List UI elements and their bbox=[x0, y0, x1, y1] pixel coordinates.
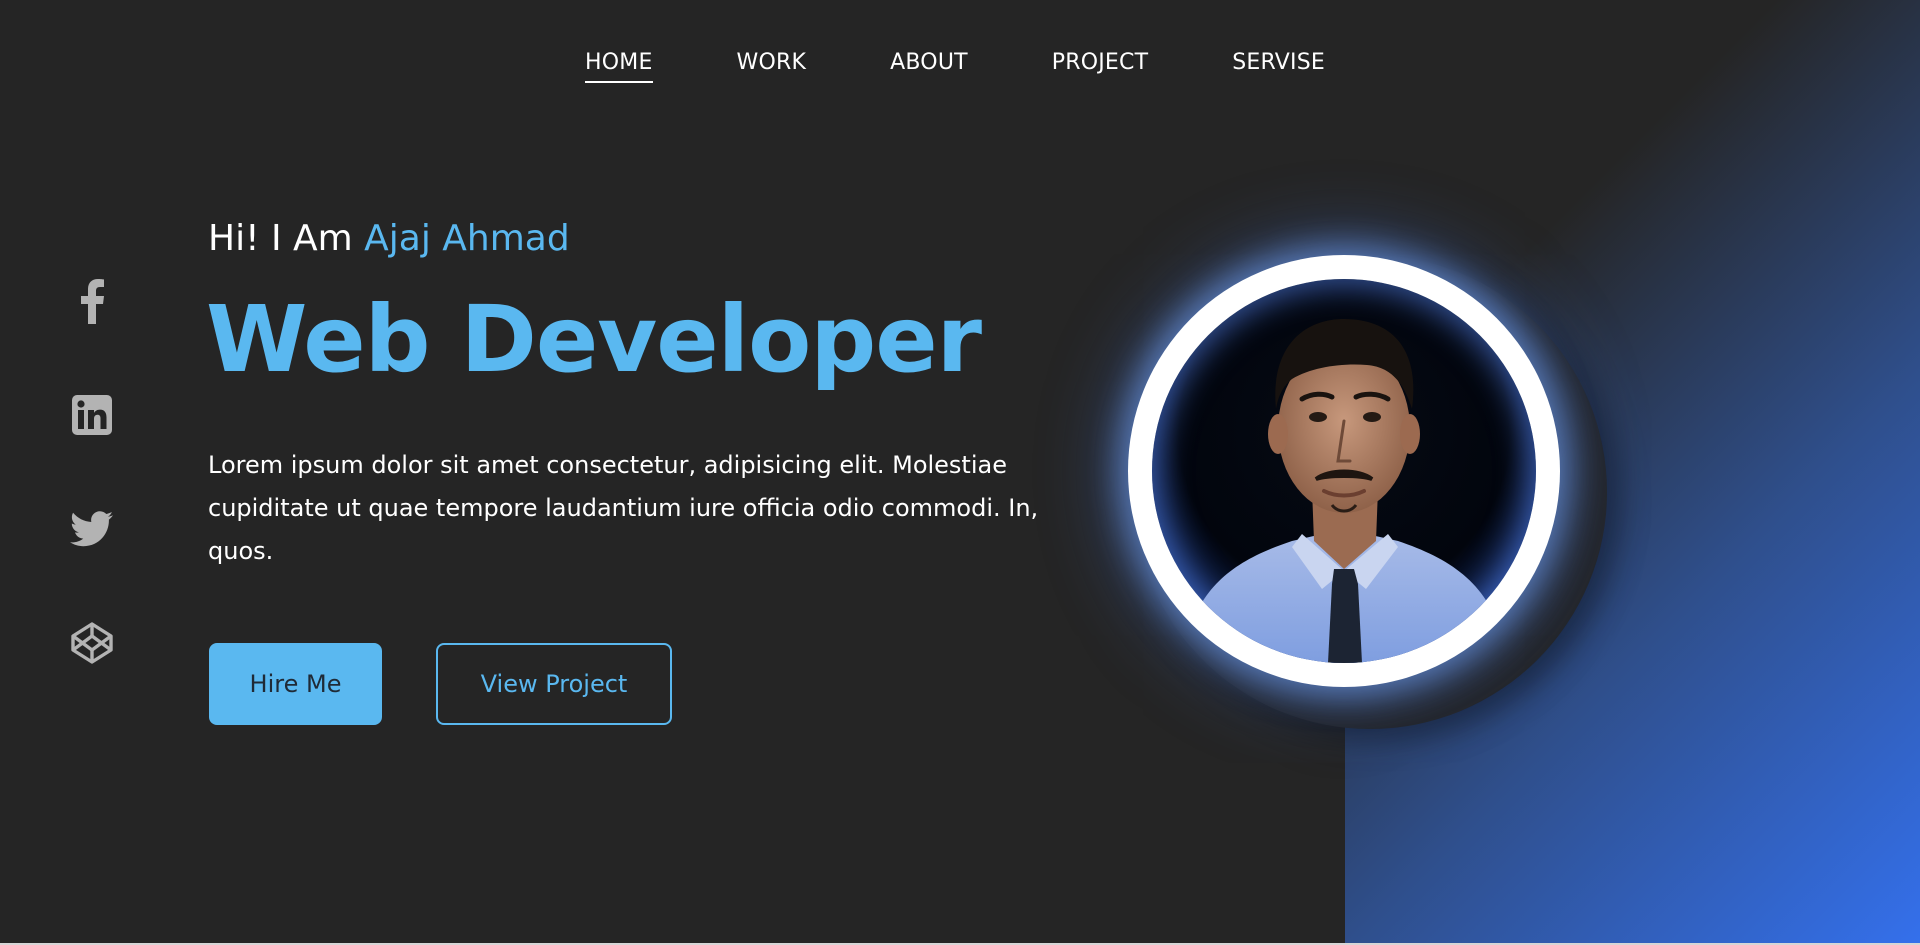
hero-title: Web Developer bbox=[206, 286, 982, 393]
social-links bbox=[68, 278, 116, 666]
linkedin-icon[interactable] bbox=[68, 392, 116, 438]
greeting: Hi! I Am Ajaj Ahmad bbox=[208, 218, 570, 259]
codepen-icon[interactable] bbox=[68, 620, 116, 666]
nav-item-project[interactable]: PROJECT bbox=[1052, 50, 1148, 83]
nav-item-about[interactable]: ABOUT bbox=[890, 50, 968, 83]
hire-me-button[interactable]: Hire Me bbox=[209, 643, 382, 725]
developer-name: Ajaj Ahmad bbox=[364, 218, 570, 259]
nav-item-servise[interactable]: SERVISE bbox=[1232, 50, 1325, 83]
greeting-text: Hi! I Am bbox=[208, 218, 365, 259]
hero-description: Lorem ipsum dolor sit amet consectetur, … bbox=[208, 451, 1039, 565]
person-silhouette bbox=[1182, 319, 1508, 663]
view-project-button[interactable]: View Project bbox=[436, 643, 672, 725]
page: HOME WORK ABOUT PROJECT SERVISE Hi! I Am… bbox=[0, 0, 1920, 945]
nav-item-home[interactable]: HOME bbox=[585, 50, 653, 83]
profile-photo bbox=[1152, 279, 1536, 663]
twitter-icon[interactable] bbox=[68, 506, 116, 552]
facebook-icon[interactable] bbox=[68, 278, 116, 324]
nav-item-work[interactable]: WORK bbox=[737, 50, 807, 83]
profile-portrait bbox=[1128, 255, 1560, 687]
